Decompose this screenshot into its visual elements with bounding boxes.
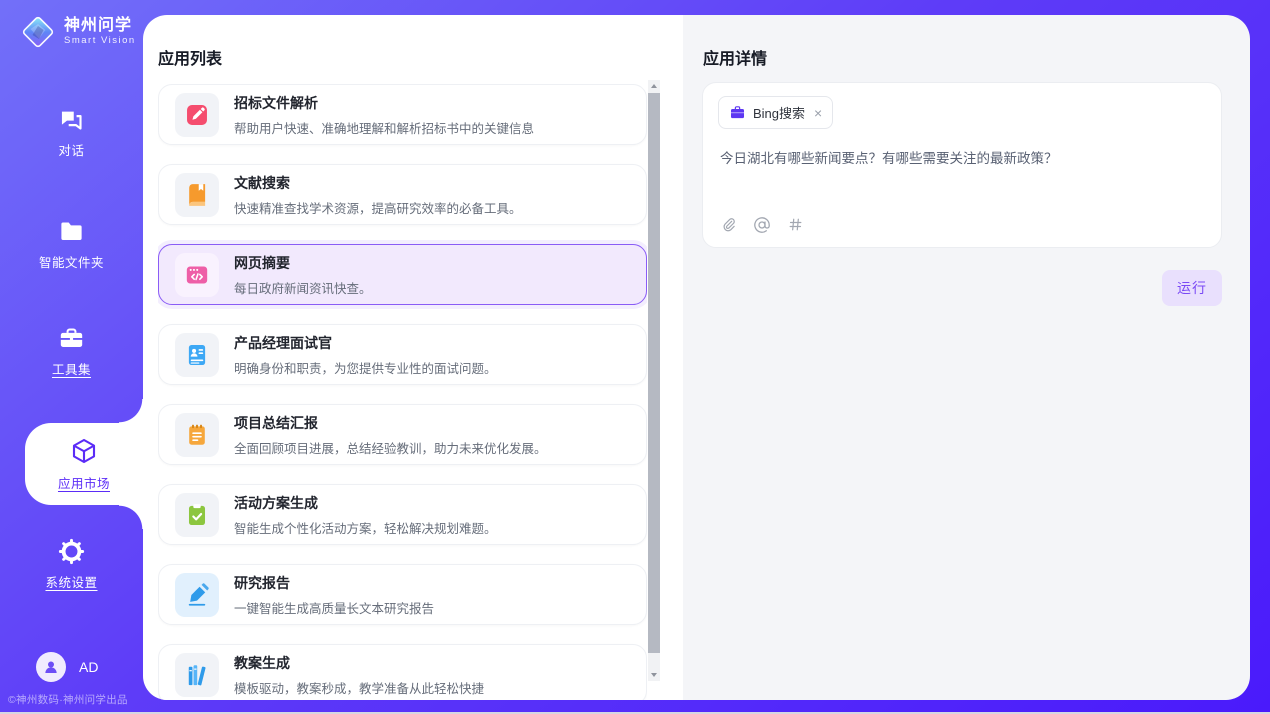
books-icon	[175, 653, 219, 697]
app-card-title: 研究报告	[234, 573, 434, 593]
app-detail-title: 应用详情	[703, 45, 767, 69]
user-name: AD	[79, 659, 98, 675]
notepad-icon	[175, 413, 219, 457]
app-card-title: 活动方案生成	[234, 493, 497, 513]
app-card-7[interactable]: 研究报告一键智能生成高质量长文本研究报告	[158, 564, 647, 625]
sidebar: 神州问学 Smart Vision 对话智能文件夹工具集应用市场系统设置 AD …	[0, 0, 143, 714]
clipboard-check-icon	[175, 493, 219, 537]
sidebar-item-system-settings[interactable]: 系统设置	[0, 538, 143, 591]
copyright-footer: ©神州数码·神州问学出品	[8, 692, 128, 707]
app-card-desc: 明确身份和职责，为您提供专业性的面试问题。	[234, 358, 497, 377]
sidebar-item-label: 对话	[58, 140, 84, 159]
app-card-title: 招标文件解析	[234, 93, 534, 113]
app-list-title: 应用列表	[158, 45, 222, 69]
sidebar-item-label: 应用市场	[58, 473, 110, 492]
sidebar-item-chat[interactable]: 对话	[0, 106, 143, 159]
research-pen-icon	[175, 573, 219, 617]
app-card-title: 项目总结汇报	[234, 413, 547, 433]
at-icon[interactable]	[753, 216, 771, 234]
close-icon[interactable]: ×	[814, 106, 822, 120]
app-card-desc: 模板驱动，教案秒成，教学准备从此轻松快捷	[234, 678, 484, 697]
app-card-desc: 快速精准查找学术资源，提高研究效率的必备工具。	[234, 198, 522, 217]
sidebar-item-label: 系统设置	[45, 572, 97, 591]
avatar[interactable]	[36, 652, 66, 682]
triangle-up-icon	[651, 84, 657, 88]
list-scrollbar[interactable]	[648, 80, 660, 681]
app-list-panel: 应用列表 招标文件解析帮助用户快速、准确地理解和解析招标书中的关键信息文献搜索快…	[143, 15, 683, 700]
toolbox-icon	[58, 325, 85, 352]
app-detail-panel: 应用详情 Bing搜索 × 今日湖北有哪些新闻要点？有哪些需要关注的最新政策？ …	[683, 15, 1250, 700]
scroll-down-button[interactable]	[648, 669, 660, 681]
book-icon	[175, 173, 219, 217]
app-card-title: 文献搜索	[234, 173, 522, 193]
resume-icon	[175, 333, 219, 377]
cube-icon	[69, 436, 99, 466]
app-card-title: 网页摘要	[234, 253, 372, 273]
prompt-input[interactable]: Bing搜索 × 今日湖北有哪些新闻要点？有哪些需要关注的最新政策？	[702, 82, 1222, 248]
prompt-text: 今日湖北有哪些新闻要点？有哪些需要关注的最新政策？	[720, 149, 1201, 169]
brand-name: 神州问学	[64, 18, 136, 35]
app-card-title: 产品经理面试官	[234, 333, 497, 353]
app-card-desc: 全面回顾项目进展，总结经验教训，助力未来优化发展。	[234, 438, 547, 457]
app-card-desc: 帮助用户快速、准确地理解和解析招标书中的关键信息	[234, 118, 534, 137]
hash-icon[interactable]	[787, 216, 804, 233]
app-card-4[interactable]: 产品经理面试官明确身份和职责，为您提供专业性的面试问题。	[158, 324, 647, 385]
folder-icon	[58, 218, 85, 245]
paperclip-icon[interactable]	[720, 215, 737, 234]
scrollbar-thumb[interactable]	[648, 93, 660, 653]
scroll-up-button[interactable]	[648, 80, 660, 92]
app-card-desc: 一键智能生成高质量长文本研究报告	[234, 598, 434, 617]
app-card-title: 教案生成	[234, 653, 484, 673]
run-button[interactable]: 运行	[1162, 270, 1222, 306]
tool-chip-label: Bing搜索	[753, 103, 805, 122]
web-code-icon	[175, 253, 219, 297]
edit-doc-icon	[175, 93, 219, 137]
sidebar-item-smart-folder[interactable]: 智能文件夹	[0, 218, 143, 271]
sidebar-item-label: 工具集	[52, 359, 91, 378]
gear-icon	[58, 538, 85, 565]
triangle-down-icon	[651, 673, 657, 677]
tool-chip-bing-search[interactable]: Bing搜索 ×	[718, 96, 833, 129]
app-card-desc: 智能生成个性化活动方案，轻松解决规划难题。	[234, 518, 497, 537]
app-card-1[interactable]: 招标文件解析帮助用户快速、准确地理解和解析招标书中的关键信息	[158, 84, 647, 145]
sidebar-item-app-market[interactable]: 应用市场	[25, 423, 143, 505]
app-card-3[interactable]: 网页摘要每日政府新闻资讯快查。	[158, 244, 647, 305]
main-container: 应用列表 招标文件解析帮助用户快速、准确地理解和解析招标书中的关键信息文献搜索快…	[143, 15, 1250, 700]
app-card-2[interactable]: 文献搜索快速精准查找学术资源，提高研究效率的必备工具。	[158, 164, 647, 225]
user-account[interactable]: AD	[36, 652, 98, 682]
composer-toolbar	[720, 215, 804, 234]
app-card-5[interactable]: 项目总结汇报全面回顾项目进展，总结经验教训，助力未来优化发展。	[158, 404, 647, 465]
sidebar-item-toolset[interactable]: 工具集	[0, 325, 143, 378]
app-list: 招标文件解析帮助用户快速、准确地理解和解析招标书中的关键信息文献搜索快速精准查找…	[158, 84, 647, 700]
app-card-desc: 每日政府新闻资讯快查。	[234, 278, 372, 297]
chat-icon	[58, 106, 85, 133]
app-card-6[interactable]: 活动方案生成智能生成个性化活动方案，轻松解决规划难题。	[158, 484, 647, 545]
diamond-logo-icon	[18, 12, 58, 52]
brand-subtitle: Smart Vision	[64, 36, 136, 46]
person-icon	[42, 658, 60, 676]
app-card-8[interactable]: 教案生成模板驱动，教案秒成，教学准备从此轻松快捷	[158, 644, 647, 700]
briefcase-icon	[729, 104, 746, 121]
brand-logo: 神州问学 Smart Vision	[18, 12, 136, 52]
sidebar-item-label: 智能文件夹	[39, 252, 104, 271]
